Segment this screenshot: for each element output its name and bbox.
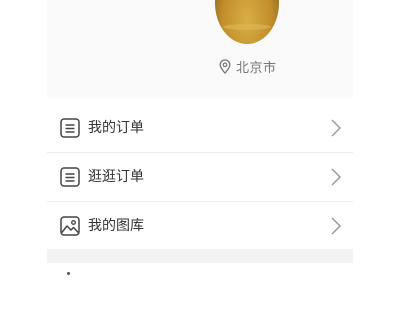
menu-item-label: 我的图库 (88, 218, 144, 234)
chevron-right-icon (331, 217, 342, 235)
next-section-card (47, 263, 353, 283)
location-row: 北京市 (219, 56, 277, 76)
gallery-image-icon (60, 216, 80, 236)
dot-icon (67, 272, 70, 275)
order-list-icon (60, 118, 80, 138)
menu-item-my-gallery[interactable]: 我的图库 (47, 202, 353, 251)
location-text: 北京市 (236, 60, 277, 76)
avatar[interactable] (215, 0, 279, 44)
menu-item-my-orders[interactable]: 我的订单 (47, 104, 353, 153)
menu-item-label: 逛逛订单 (88, 169, 144, 185)
browse-orders-icon (60, 167, 80, 187)
location-pin-icon (219, 58, 231, 74)
section-divider (47, 249, 353, 263)
menu-item-label: 我的订单 (88, 120, 144, 136)
menu-list: 我的订单 逛逛订单 我的图库 (47, 104, 353, 251)
menu-item-browse-orders[interactable]: 逛逛订单 (47, 153, 353, 202)
chevron-right-icon (331, 119, 342, 137)
profile-header: 北京市 (47, 0, 353, 98)
profile-screen: 北京市 我的订单 逛逛订单 我的图库 (0, 0, 400, 310)
chevron-right-icon (331, 168, 342, 186)
